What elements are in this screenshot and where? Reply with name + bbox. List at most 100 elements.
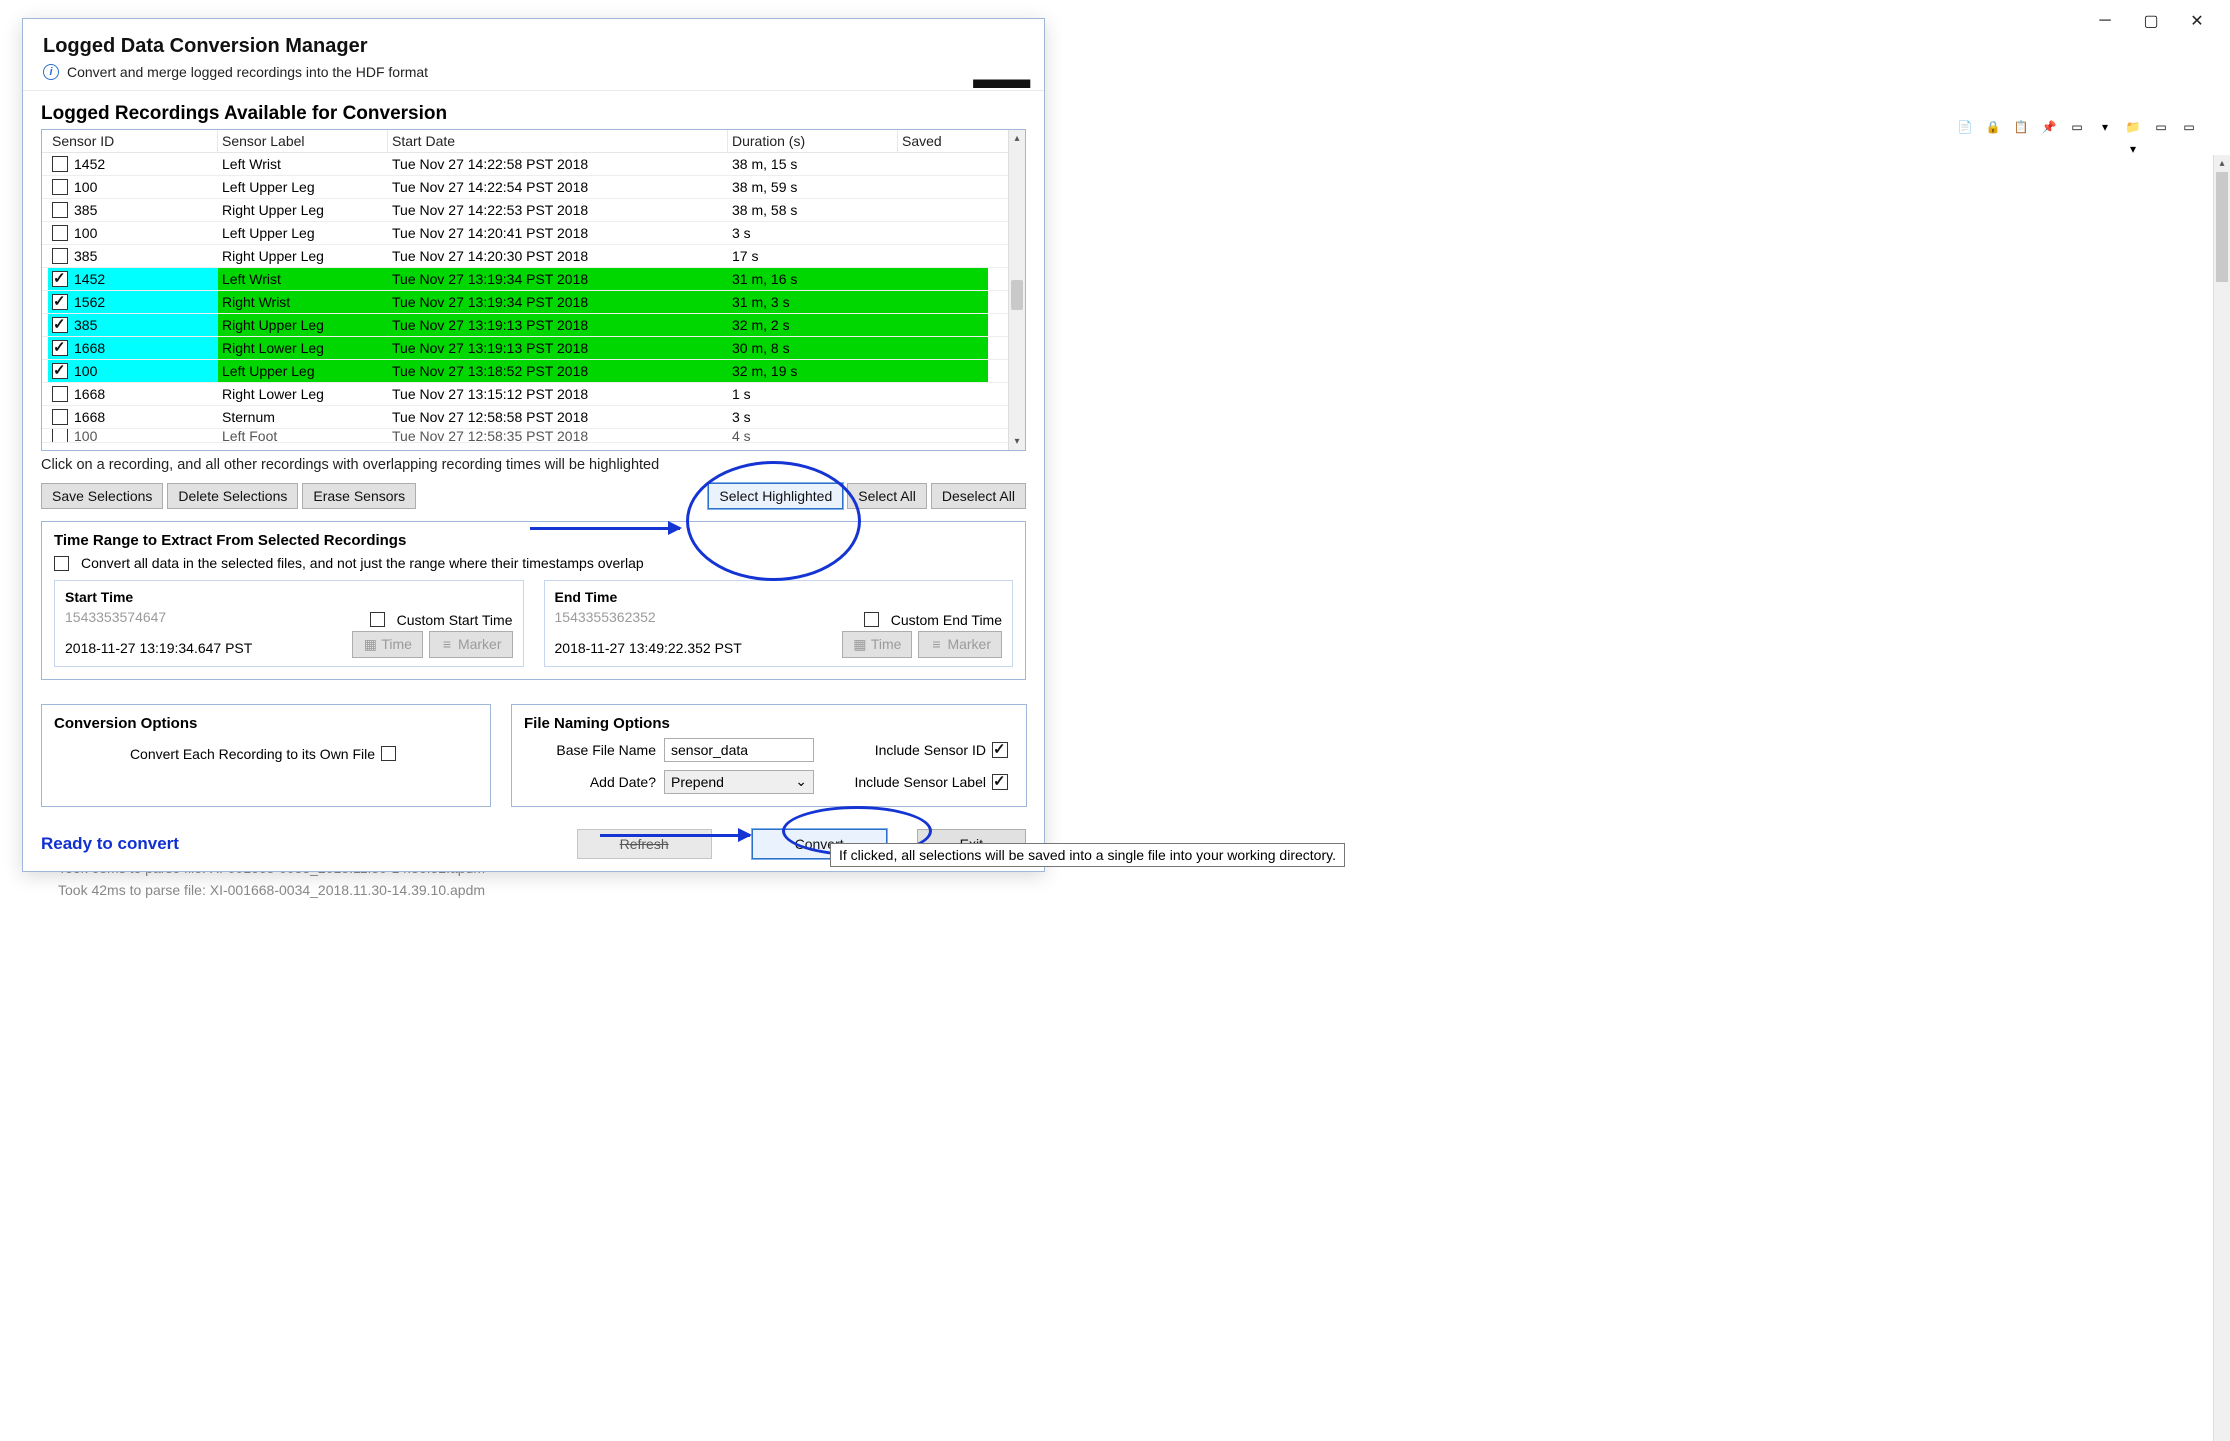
file-naming-title: File Naming Options — [524, 715, 1014, 732]
delete-selections-button[interactable]: Delete Selections — [167, 483, 298, 509]
cell-saved — [898, 245, 988, 267]
row-checkbox[interactable] — [52, 202, 68, 218]
refresh-button[interactable]: Refresh — [577, 829, 712, 859]
start-time-button[interactable]: ▦Time — [352, 631, 423, 658]
table-row[interactable]: 385Right Upper LegTue Nov 27 13:19:13 PS… — [42, 314, 1025, 337]
scroll-down-icon[interactable]: ▾ — [1009, 433, 1025, 450]
table-header-row: Sensor ID Sensor Label Start Date Durati… — [42, 130, 1025, 153]
cell-start-date: Tue Nov 27 14:22:53 PST 2018 — [388, 199, 728, 221]
col-saved[interactable]: Saved — [898, 130, 988, 152]
toolbar-icon[interactable]: ▭ — [2150, 115, 2172, 137]
toolbar-icon[interactable]: 📁▾ — [2122, 115, 2144, 137]
cell-duration: 32 m, 2 s — [728, 314, 898, 336]
row-checkbox[interactable] — [52, 271, 68, 287]
scroll-thumb[interactable] — [1011, 280, 1023, 310]
cell-duration: 31 m, 3 s — [728, 291, 898, 313]
custom-start-checkbox[interactable]: Custom Start Time — [370, 612, 513, 628]
save-selections-button[interactable]: Save Selections — [41, 483, 163, 509]
row-checkbox[interactable] — [52, 294, 68, 310]
col-duration[interactable]: Duration (s) — [728, 130, 898, 152]
start-time-epoch: 1543353574647 — [65, 609, 166, 625]
toolbar-icon[interactable]: 📌 — [2038, 115, 2060, 137]
table-row[interactable]: 1668Right Lower LegTue Nov 27 13:15:12 P… — [42, 383, 1025, 406]
col-start-date[interactable]: Start Date — [388, 130, 728, 152]
row-checkbox[interactable] — [52, 409, 68, 425]
col-sensor-label[interactable]: Sensor Label — [218, 130, 388, 152]
table-row[interactable]: 1668Right Lower LegTue Nov 27 13:19:13 P… — [42, 337, 1025, 360]
cell-start-date: Tue Nov 27 12:58:58 PST 2018 — [388, 406, 728, 428]
include-sensor-label-label: Include Sensor Label — [854, 774, 986, 790]
cell-duration: 38 m, 59 s — [728, 176, 898, 198]
table-row[interactable]: 1452Left WristTue Nov 27 14:22:58 PST 20… — [42, 153, 1025, 176]
row-checkbox[interactable] — [52, 156, 68, 172]
start-time-panel: Start Time 1543353574647 Custom Start Ti… — [54, 580, 524, 667]
cell-sensor-label: Right Upper Leg — [218, 245, 388, 267]
dialog-header: Logged Data Conversion Manager i Convert… — [23, 19, 1044, 91]
row-checkbox[interactable] — [52, 429, 68, 442]
toolbar-icon[interactable]: 📋 — [2010, 115, 2032, 137]
table-row[interactable]: 1668SternumTue Nov 27 12:58:58 PST 20183… — [42, 406, 1025, 429]
toolbar-icon[interactable]: 📄 — [1954, 115, 1976, 137]
end-marker-button[interactable]: ≡Marker — [918, 631, 1002, 658]
erase-sensors-button[interactable]: Erase Sensors — [302, 483, 416, 509]
parent-maximize-button[interactable]: ▢ — [2128, 6, 2174, 36]
cell-sensor-id: 100 — [74, 225, 97, 241]
table-row[interactable]: 1562Right WristTue Nov 27 13:19:34 PST 2… — [42, 291, 1025, 314]
cell-sensor-id: 1668 — [74, 409, 105, 425]
toolbar-icon[interactable]: ▭ — [2066, 115, 2088, 137]
end-time-human: 2018-11-27 13:49:22.352 PST — [555, 640, 742, 656]
own-file-checkbox[interactable]: Convert Each Recording to its Own File — [130, 746, 402, 762]
cell-start-date: Tue Nov 27 13:15:12 PST 2018 — [388, 383, 728, 405]
file-naming-group: File Naming Options Base File Name Inclu… — [511, 704, 1027, 807]
row-checkbox[interactable] — [52, 225, 68, 241]
cell-sensor-id: 385 — [74, 317, 97, 333]
end-time-button[interactable]: ▦Time — [842, 631, 913, 658]
convert-all-checkbox[interactable]: Convert all data in the selected files, … — [54, 555, 644, 571]
scroll-up-icon[interactable]: ▴ — [1009, 130, 1025, 147]
custom-end-label: Custom End Time — [891, 612, 1002, 628]
table-row[interactable]: 100Left Upper LegTue Nov 27 14:22:54 PST… — [42, 176, 1025, 199]
row-checkbox[interactable] — [52, 317, 68, 333]
parent-right-scrollbar[interactable]: ▴ — [2213, 155, 2230, 1441]
custom-end-checkbox[interactable]: Custom End Time — [864, 612, 1002, 628]
table-row[interactable]: 100Left Upper LegTue Nov 27 14:20:41 PST… — [42, 222, 1025, 245]
select-all-button[interactable]: Select All — [847, 483, 927, 509]
include-sensor-id-checkbox[interactable] — [992, 742, 1008, 758]
parent-close-button[interactable]: ✕ — [2174, 6, 2220, 36]
toolbar-icon[interactable]: ▭ — [2178, 115, 2200, 137]
cell-sensor-label: Left Upper Leg — [218, 222, 388, 244]
table-scrollbar[interactable]: ▴ ▾ — [1008, 130, 1025, 450]
row-checkbox[interactable] — [52, 179, 68, 195]
base-file-name-input[interactable] — [664, 738, 814, 762]
convert-all-label: Convert all data in the selected files, … — [81, 555, 644, 571]
include-sensor-label-checkbox[interactable] — [992, 774, 1008, 790]
table-row[interactable]: 100Left Upper LegTue Nov 27 13:18:52 PST… — [42, 360, 1025, 383]
convert-tooltip: If clicked, all selections will be saved… — [830, 843, 1345, 867]
parent-minimize-button[interactable]: ─ — [2082, 6, 2128, 36]
table-row[interactable]: 100Left FootTue Nov 27 12:58:35 PST 2018… — [42, 429, 1025, 443]
start-marker-button[interactable]: ≡Marker — [429, 631, 513, 658]
cell-start-date: Tue Nov 27 14:22:58 PST 2018 — [388, 153, 728, 175]
time-range-group: Time Range to Extract From Selected Reco… — [41, 521, 1026, 680]
select-highlighted-button[interactable]: Select Highlighted — [708, 483, 843, 509]
parent-toolbar: 📄 🔒 📋 📌 ▭ ▾ 📁▾ ▭ ▭ — [1954, 115, 2200, 137]
toolbar-icon[interactable]: 🔒 — [1982, 115, 2004, 137]
deselect-all-button[interactable]: Deselect All — [931, 483, 1026, 509]
cell-duration: 3 s — [728, 406, 898, 428]
cell-sensor-id: 1668 — [74, 386, 105, 402]
table-row[interactable]: 385Right Upper LegTue Nov 27 14:20:30 PS… — [42, 245, 1025, 268]
row-checkbox[interactable] — [52, 386, 68, 402]
row-checkbox[interactable] — [52, 340, 68, 356]
recordings-section-title: Logged Recordings Available for Conversi… — [41, 103, 1026, 125]
col-sensor-id[interactable]: Sensor ID — [48, 130, 218, 152]
include-sensor-id-label: Include Sensor ID — [875, 742, 986, 758]
status-text: Ready to convert — [41, 834, 179, 854]
row-checkbox[interactable] — [52, 363, 68, 379]
info-icon: i — [43, 64, 59, 80]
toolbar-icon[interactable]: ▾ — [2094, 115, 2116, 137]
table-row[interactable]: 1452Left WristTue Nov 27 13:19:34 PST 20… — [42, 268, 1025, 291]
add-date-dropdown[interactable]: Prepend ⌄ — [664, 770, 814, 794]
table-row[interactable]: 385Right Upper LegTue Nov 27 14:22:53 PS… — [42, 199, 1025, 222]
cell-sensor-id: 385 — [74, 202, 97, 218]
row-checkbox[interactable] — [52, 248, 68, 264]
